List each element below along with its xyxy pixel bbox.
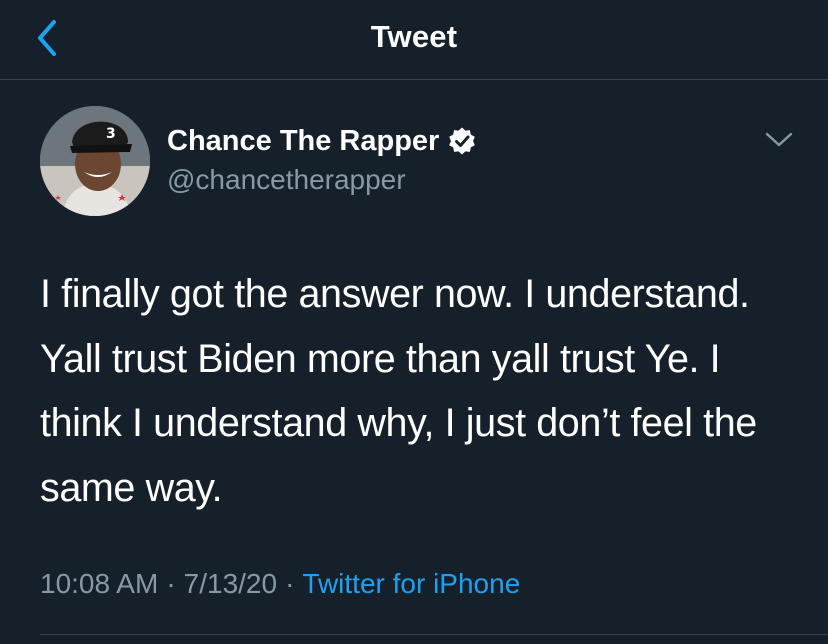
author-name[interactable]: Chance The Rapper [167, 122, 439, 160]
svg-text:3: 3 [106, 126, 116, 142]
meta-separator: · [166, 568, 176, 599]
avatar-image: 3 [40, 106, 150, 216]
author-handle[interactable]: @chancetherapper [167, 162, 406, 198]
tweet-metadata: 10:08 AM · 7/13/20 · Twitter for iPhone [40, 566, 520, 602]
more-options-button[interactable] [764, 130, 794, 150]
divider [40, 634, 828, 635]
tweet-source-link[interactable]: Twitter for iPhone [302, 568, 520, 599]
tweet-date: 7/13/20 [183, 568, 278, 599]
page-title: Tweet [370, 19, 458, 54]
top-bar: Tweet [0, 0, 828, 80]
verified-badge-icon [449, 127, 476, 155]
meta-separator: · [285, 568, 295, 599]
author-row[interactable]: Chance The Rapper [167, 121, 477, 161]
tweet-text: I finally got the answer now. I understa… [40, 272, 757, 510]
tweet-time: 10:08 AM [40, 568, 159, 599]
chevron-down-icon [765, 132, 793, 147]
avatar[interactable]: 3 [40, 106, 150, 216]
